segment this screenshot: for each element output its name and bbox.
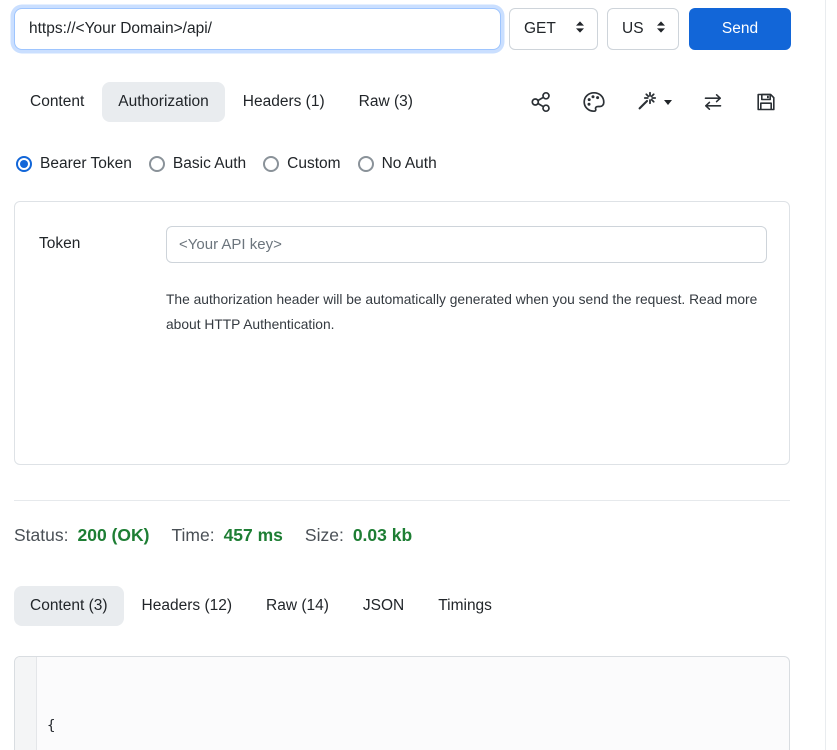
method-select-value: GET — [524, 20, 556, 38]
radio-circle[interactable] — [149, 156, 165, 172]
radio-label: No Auth — [382, 155, 437, 173]
status-label: Status: — [14, 525, 68, 546]
tab-authorization[interactable]: Authorization — [102, 82, 224, 122]
region-select[interactable]: US — [607, 8, 679, 50]
token-label: Token — [39, 226, 166, 337]
save-icon[interactable] — [754, 90, 778, 114]
method-select[interactable]: GET — [509, 8, 598, 50]
updown-arrows-icon — [654, 19, 668, 40]
tab-headers[interactable]: Headers (1) — [227, 82, 341, 122]
response-summary: Status: 200 (OK) Time: 457 ms Size: 0.03… — [14, 525, 837, 546]
toolbar — [529, 90, 778, 114]
token-input[interactable] — [166, 226, 767, 263]
radio-label: Custom — [287, 155, 340, 173]
size-label: Size: — [305, 525, 344, 546]
radio-custom[interactable]: Custom — [263, 155, 340, 173]
tab-raw[interactable]: Raw (3) — [343, 82, 429, 122]
time-group: Time: 457 ms — [171, 525, 282, 546]
size-value: 0.03 kb — [353, 525, 412, 546]
resp-tab-raw[interactable]: Raw (14) — [250, 586, 345, 626]
palette-icon[interactable] — [582, 90, 606, 114]
time-value: 457 ms — [224, 525, 283, 546]
radio-label: Basic Auth — [173, 155, 246, 173]
json-line: { — [47, 714, 779, 739]
status-value: 200 (OK) — [77, 525, 149, 546]
code-gutter — [15, 657, 37, 750]
send-button[interactable]: Send — [689, 8, 791, 50]
radio-circle[interactable] — [358, 156, 374, 172]
chevron-down-icon — [664, 100, 672, 105]
response-json: { "message": "API running." } — [37, 657, 789, 750]
size-group: Size: 0.03 kb — [305, 525, 412, 546]
tab-content[interactable]: Content — [14, 82, 100, 122]
url-input[interactable] — [14, 8, 501, 50]
status-group: Status: 200 (OK) — [14, 525, 149, 546]
radio-circle[interactable] — [16, 156, 32, 172]
api-tester-page: GET US Send Content Authorization Header… — [0, 0, 837, 750]
page-right-divider — [825, 0, 826, 750]
radio-bearer-token[interactable]: Bearer Token — [16, 155, 132, 173]
resp-tab-json[interactable]: JSON — [347, 586, 420, 626]
section-divider — [14, 500, 790, 501]
auth-type-options: Bearer Token Basic Auth Custom No Auth — [16, 155, 837, 173]
response-body: { "message": "API running." } — [14, 656, 790, 750]
auth-panel: Token The authorization header will be a… — [14, 201, 790, 465]
radio-no-auth[interactable]: No Auth — [358, 155, 437, 173]
resp-tab-headers[interactable]: Headers (12) — [126, 586, 248, 626]
magic-wand-icon[interactable] — [635, 90, 672, 114]
token-helper-text: The authorization header will be automat… — [166, 287, 762, 337]
radio-circle[interactable] — [263, 156, 279, 172]
time-label: Time: — [171, 525, 214, 546]
swap-arrows-icon[interactable] — [701, 90, 725, 114]
response-tabs: Content (3) Headers (12) Raw (14) JSON T… — [14, 586, 837, 626]
resp-tab-timings[interactable]: Timings — [422, 586, 508, 626]
request-tabs: Content Authorization Headers (1) Raw (3… — [14, 82, 837, 122]
radio-label: Bearer Token — [40, 155, 132, 173]
request-bar: GET US Send — [0, 0, 837, 50]
region-select-value: US — [622, 20, 644, 38]
updown-arrows-icon — [573, 19, 587, 40]
radio-basic-auth[interactable]: Basic Auth — [149, 155, 246, 173]
resp-tab-content[interactable]: Content (3) — [14, 586, 124, 626]
share-icon[interactable] — [529, 90, 553, 114]
